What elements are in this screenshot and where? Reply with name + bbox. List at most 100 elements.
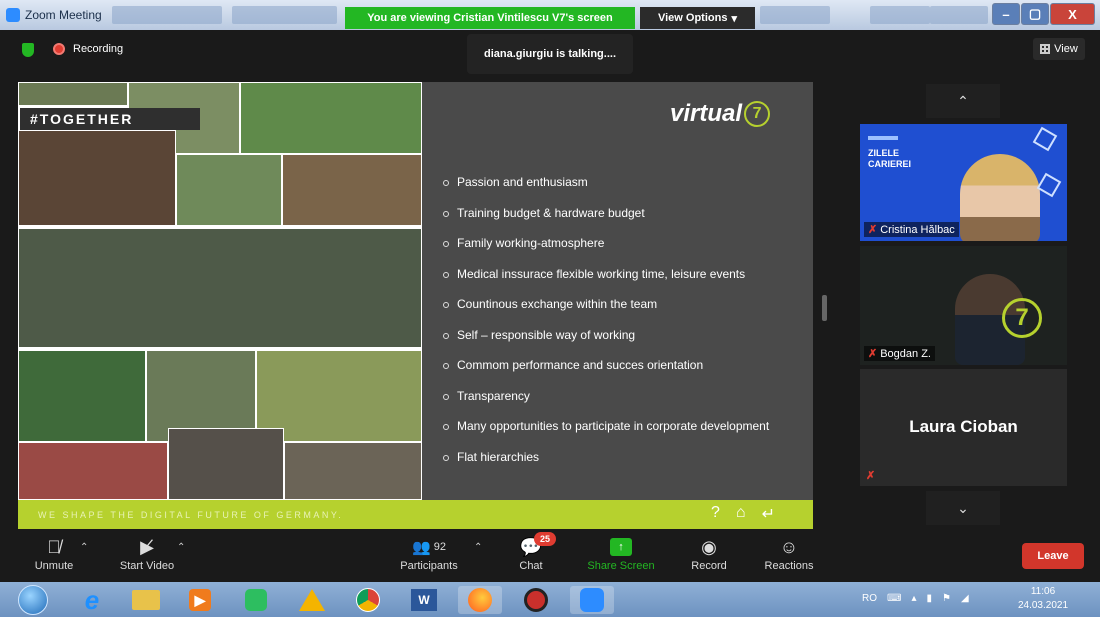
close-button[interactable]: X [1050, 3, 1095, 25]
blurred-tab [870, 6, 930, 24]
muted-mic-icon: ✗ [868, 348, 878, 360]
start-button[interactable] [18, 585, 48, 615]
slide-footer-icons: ? ⌂ ↵ [711, 504, 775, 524]
collage-photo [18, 82, 128, 106]
grid-icon [1040, 44, 1051, 54]
blurred-tab [232, 6, 337, 24]
muted-mic-icon: ✗ [866, 470, 876, 482]
cube-icon [1036, 172, 1062, 198]
chrome-icon[interactable] [346, 586, 390, 614]
participants-label: Participants [400, 560, 458, 572]
audio-options-caret[interactable]: ⌃ [80, 542, 88, 553]
participant-name-tag: ✗ Bogdan Z. [864, 346, 935, 361]
internet-explorer-icon[interactable]: e [70, 585, 114, 615]
recording-label: Recording [73, 43, 124, 55]
video-options-caret[interactable]: ⌃ [177, 542, 185, 553]
list-item: Transparency [442, 388, 787, 405]
leave-button[interactable]: Leave [1022, 543, 1084, 569]
google-drive-icon[interactable] [290, 586, 334, 614]
list-item: Self – responsible way of working [442, 327, 787, 344]
virtual7-logo: virtual 7 [670, 100, 771, 128]
share-screen-icon: ↑ [610, 534, 632, 560]
active-speaker-indicator: diana.giurgiu is talking.... [467, 34, 633, 74]
collage-photo [18, 350, 146, 442]
blurred-tab [930, 6, 988, 24]
participants-button[interactable]: 👥 92 Participants [392, 534, 466, 572]
antivirus-icon[interactable] [514, 586, 558, 614]
view-options-label: View Options [657, 12, 728, 24]
viewing-screen-banner: You are viewing Cristian Vintilescu V7's… [345, 7, 635, 29]
zoom-taskbar-icon[interactable] [570, 586, 614, 614]
os-taskbar: e ▶ W RO ⌨ ▴ ▮ ⚑ ◢ 11:06 24.03.2021 [0, 582, 1100, 617]
help-icon: ? [711, 504, 720, 521]
network-icon[interactable]: ◢ [961, 593, 969, 604]
maximize-button[interactable]: ▢ [1021, 3, 1049, 25]
logo-text: virtual [670, 100, 743, 127]
chevron-down-icon: ⌄ [957, 499, 969, 516]
banner-line: CARIEREI [868, 159, 912, 169]
virtual7-logo-icon: 7 [1002, 298, 1042, 338]
video-tile-laura[interactable]: Laura Cioban ✗ [860, 369, 1067, 486]
shared-screen: #TOGETHER virtual 7 Passion and enthusia… [18, 82, 813, 529]
zoom-app-icon [6, 8, 20, 22]
start-video-button[interactable]: ▶̸ Start Video [112, 534, 182, 573]
unmute-button[interactable]: 🎙̸ Unmute [28, 534, 80, 573]
banner-line: ZILELE [868, 148, 899, 158]
share-screen-button[interactable]: ↑ Share Screen [582, 534, 660, 572]
window-titlebar: Zoom Meeting You are viewing Cristian Vi… [0, 0, 1100, 30]
unmute-label: Unmute [34, 560, 74, 572]
record-icon: ◉ [701, 536, 717, 557]
collage-photo [240, 82, 422, 154]
banner-logo [868, 136, 898, 140]
list-item: Countinous exchange within the team [442, 296, 787, 313]
collage-photo [176, 154, 282, 226]
system-tray: RO ⌨ ▴ ▮ ⚑ ◢ [862, 593, 969, 604]
media-player-icon[interactable]: ▶ [178, 586, 222, 614]
scroll-down-button[interactable]: ⌄ [926, 491, 1000, 525]
reactions-button[interactable]: ☺ Reactions [760, 534, 818, 573]
language-indicator[interactable]: RO [862, 593, 877, 604]
tray-expand-icon[interactable]: ▴ [911, 593, 916, 604]
word-icon[interactable]: W [402, 586, 446, 614]
scroll-up-button[interactable]: ⌃ [926, 84, 1000, 118]
clock-date: 24.03.2021 [1017, 600, 1069, 611]
zoom-window: Zoom Meeting You are viewing Cristian Vi… [0, 0, 1100, 617]
return-icon: ↵ [761, 506, 775, 523]
keyboard-icon[interactable]: ⌨ [887, 593, 901, 604]
chat-unread-badge: 25 [534, 532, 556, 546]
shield-icon[interactable] [22, 43, 34, 57]
view-label: View [1054, 43, 1078, 55]
record-button[interactable]: ◉ Record [687, 534, 731, 573]
start-video-label: Start Video [119, 560, 175, 572]
home-icon: ⌂ [735, 504, 746, 521]
together-label: #TOGETHER [20, 108, 200, 130]
collage-photo [282, 154, 422, 226]
flag-icon[interactable]: ⚑ [942, 593, 951, 604]
view-button[interactable]: View [1033, 38, 1085, 60]
panel-resize-handle[interactable] [822, 295, 827, 321]
video-tile-cristina[interactable]: ZILELE CARIEREI ✗ Cristina Hălbac [860, 124, 1067, 241]
chevron-down-icon: ▾ [731, 12, 737, 25]
reactions-label: Reactions [764, 560, 814, 572]
participants-options-caret[interactable]: ⌃ [474, 542, 482, 553]
collage-photo [18, 228, 422, 348]
battery-icon[interactable]: ▮ [926, 593, 932, 604]
view-options-button[interactable]: View Options ▾ [640, 7, 755, 29]
muted-mic-icon: 🎙̸ [47, 536, 61, 557]
record-label: Record [691, 560, 727, 572]
evernote-icon[interactable] [234, 586, 278, 614]
muted-mic-icon: ✗ [868, 224, 878, 236]
file-explorer-icon[interactable] [124, 586, 168, 614]
share-screen-label: Share Screen [587, 560, 655, 572]
system-clock[interactable]: 11:06 24.03.2021 [1012, 585, 1074, 613]
minimize-button[interactable]: – [992, 3, 1020, 25]
video-tile-bogdan[interactable]: 7 ✗ Bogdan Z. [860, 246, 1067, 365]
collage-photo [18, 130, 176, 226]
chevron-up-icon: ⌃ [957, 92, 969, 109]
list-item: Medical inssurace flexible working time,… [442, 266, 787, 283]
list-item: Training budget & hardware budget [442, 205, 787, 222]
firefox-icon[interactable] [458, 586, 502, 614]
collage-photo [284, 442, 422, 500]
participants-count: 92 [433, 541, 446, 553]
banner-text: ZILELE CARIEREI [868, 148, 911, 170]
